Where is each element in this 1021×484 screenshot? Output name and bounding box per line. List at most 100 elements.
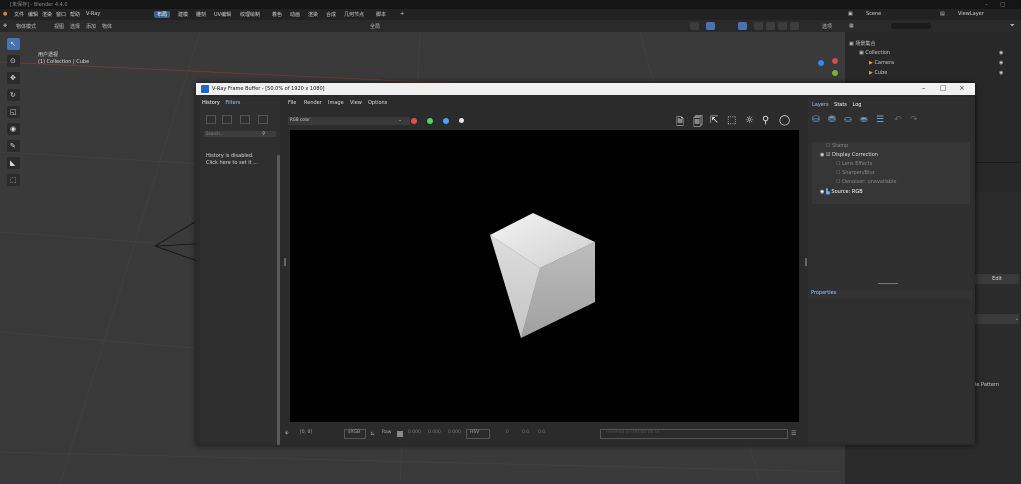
interactive-render-icon[interactable]: ⚲ [762,115,769,126]
viewport-overlay-button[interactable] [706,22,715,30]
green-channel-toggle[interactable] [427,118,433,124]
outliner-search[interactable] [891,23,931,29]
add-cube-tool[interactable]: ⬚ [7,174,20,186]
panel-splitter[interactable] [878,283,898,284]
history-disabled-message[interactable]: History is disabled. Click here to set i… [206,153,258,167]
outliner-type-icon[interactable]: ▦ [849,23,854,29]
filter-icon[interactable]: ⏷ [1010,22,1015,30]
rotate-tool[interactable]: ↻ [7,89,20,101]
vfb-menu-render[interactable]: Render [304,100,322,106]
ruler-icon[interactable]: ⊾ [370,430,375,437]
outliner-row-camera[interactable]: ▶ Camera ◉ [869,60,1021,69]
menu-vray[interactable]: V-Ray [86,11,100,17]
menu-view[interactable]: 视图 [54,23,64,30]
transform-tool[interactable]: ◉ [7,123,20,135]
annotate-tool[interactable]: ✎ [7,140,20,152]
stop-render-icon[interactable]: ◯ [779,115,790,126]
layer-lens-effects[interactable]: ☐ Lens Effects [836,161,872,167]
minimize-icon[interactable]: – [922,84,926,92]
vfb-titlebar[interactable]: V-Ray Frame Buffer - [50.0% of 1920 x 10… [196,83,975,95]
layer-sharpen-blur[interactable]: ☐ Sharpen/Blur [836,170,875,176]
redo-icon[interactable]: ↷ [910,115,918,125]
menu-file[interactable]: 文件 [14,11,24,18]
vray-frame-buffer-window[interactable]: V-Ray Frame Buffer - [50.0% of 1920 x 10… [196,83,975,445]
history-compare-icon[interactable] [240,115,250,124]
move-tool[interactable]: ✥ [7,72,20,84]
workspace-tab-layout[interactable]: 布局 [154,11,171,18]
blender-logo-icon[interactable]: ● [3,11,7,17]
layer-denoiser[interactable]: ☐ Denoiser: unavailable [836,179,896,185]
outliner-scene-collection[interactable]: ▣ 场景集合 [849,40,1021,49]
workspace-tab-scripting[interactable]: 脚本 [376,11,386,18]
track-mouse-icon[interactable]: ⇱ [710,115,718,126]
transform-orientation[interactable]: 全局 [370,23,380,30]
scale-tool[interactable]: ◱ [7,106,20,118]
maximize-icon[interactable]: ▢ [1000,1,1006,8]
workspace-tab-compositing[interactable]: 合成 [326,11,336,18]
tab-history[interactable]: History [200,99,222,107]
select-tool[interactable]: ↖ [7,38,20,50]
tab-stats[interactable]: Stats [832,101,849,109]
menu-object[interactable]: 物体 [102,23,112,30]
red-channel-toggle[interactable] [411,118,417,124]
undo-icon[interactable]: ↶ [894,115,902,125]
cursor-tool[interactable]: ⊙ [7,55,20,67]
workspace-tab-shading[interactable]: 着色 [272,11,282,18]
viewport-gizmo-button[interactable] [690,22,699,30]
save-layers-icon[interactable]: ⛃ [828,115,836,125]
history-delete-icon[interactable] [258,115,268,124]
history-load-icon[interactable] [222,115,232,124]
workspace-tab-rendering[interactable]: 渲染 [308,11,318,18]
vfb-menu-options[interactable]: Options [368,100,387,106]
measure-tool[interactable]: ◣ [7,157,20,169]
history-scrollbar[interactable] [277,155,280,445]
shading-wire-button[interactable] [754,22,763,30]
workspace-tab-uv[interactable]: UV编辑 [214,11,231,18]
workspace-tab-modeling[interactable]: 建模 [178,11,188,18]
workspace-tab-texture[interactable]: 纹理绘制 [240,11,260,18]
visibility-icon[interactable]: ◉ [999,70,1003,76]
viewlayer-selector[interactable]: ViewLayer [958,11,984,17]
outliner-row-collection[interactable]: ▣ Collection ◉ [859,50,1021,59]
mode-selector[interactable]: 物体模式 [16,23,36,30]
preset-icon[interactable]: ⛂ [860,115,868,125]
menu-render[interactable]: 渲染 [42,11,52,18]
shading-material-button[interactable] [778,22,787,30]
load-layers-icon[interactable]: ⛀ [844,115,852,125]
tab-filters[interactable]: Filters [223,99,242,107]
add-layer-icon[interactable]: ⛁ [812,115,820,125]
xray-button[interactable] [738,22,747,30]
blue-channel-toggle[interactable] [443,118,449,124]
layer-stamp[interactable]: ☐ Stamp [826,143,848,149]
menu-help[interactable]: 帮助 [70,11,80,18]
left-splitter[interactable] [284,258,286,266]
close-icon[interactable]: × [959,84,965,92]
editor-type-icon[interactable]: ✥ [3,23,7,29]
maximize-icon[interactable]: □ [940,84,947,92]
scene-icon[interactable]: ▣ [848,11,853,17]
menu-window[interactable]: 窗口 [56,11,66,18]
render-icon[interactable]: ☼ [745,115,754,126]
navigation-gizmo[interactable] [818,58,840,80]
shading-render-button[interactable] [790,22,799,30]
menu-add[interactable]: 添加 [86,23,96,30]
alpha-channel-toggle[interactable] [459,118,464,123]
outliner-row-cube[interactable]: ▶ Cube ◉ [869,70,1021,79]
scene-selector[interactable]: Scene [866,11,881,17]
region-render-icon[interactable]: ⬚ [727,115,736,126]
vfb-menu-file[interactable]: File [288,100,296,106]
menu-edit[interactable]: 编辑 [28,11,38,18]
dropdown-icon[interactable]: ⌄ [975,314,1019,324]
viewlayer-icon[interactable]: ▤ [940,11,945,17]
vfb-menu-view[interactable]: View [350,100,362,106]
history-save-icon[interactable] [206,115,216,124]
options-menu[interactable]: 选项 [822,23,832,30]
workspace-tab-geometry[interactable]: 几何节点 [344,11,364,18]
layer-source-rgb[interactable]: ◉ ▙ Source: RGB [820,189,863,195]
vfb-menu-image[interactable]: Image [328,100,344,106]
workspace-tab-sculpt[interactable]: 雕刻 [196,11,206,18]
layer-display-correction[interactable]: ◉ ☑ Display Correction [820,152,878,158]
render-canvas[interactable] [290,130,799,422]
workspace-tab-animation[interactable]: 动画 [290,11,300,18]
shading-solid-button[interactable] [766,22,775,30]
